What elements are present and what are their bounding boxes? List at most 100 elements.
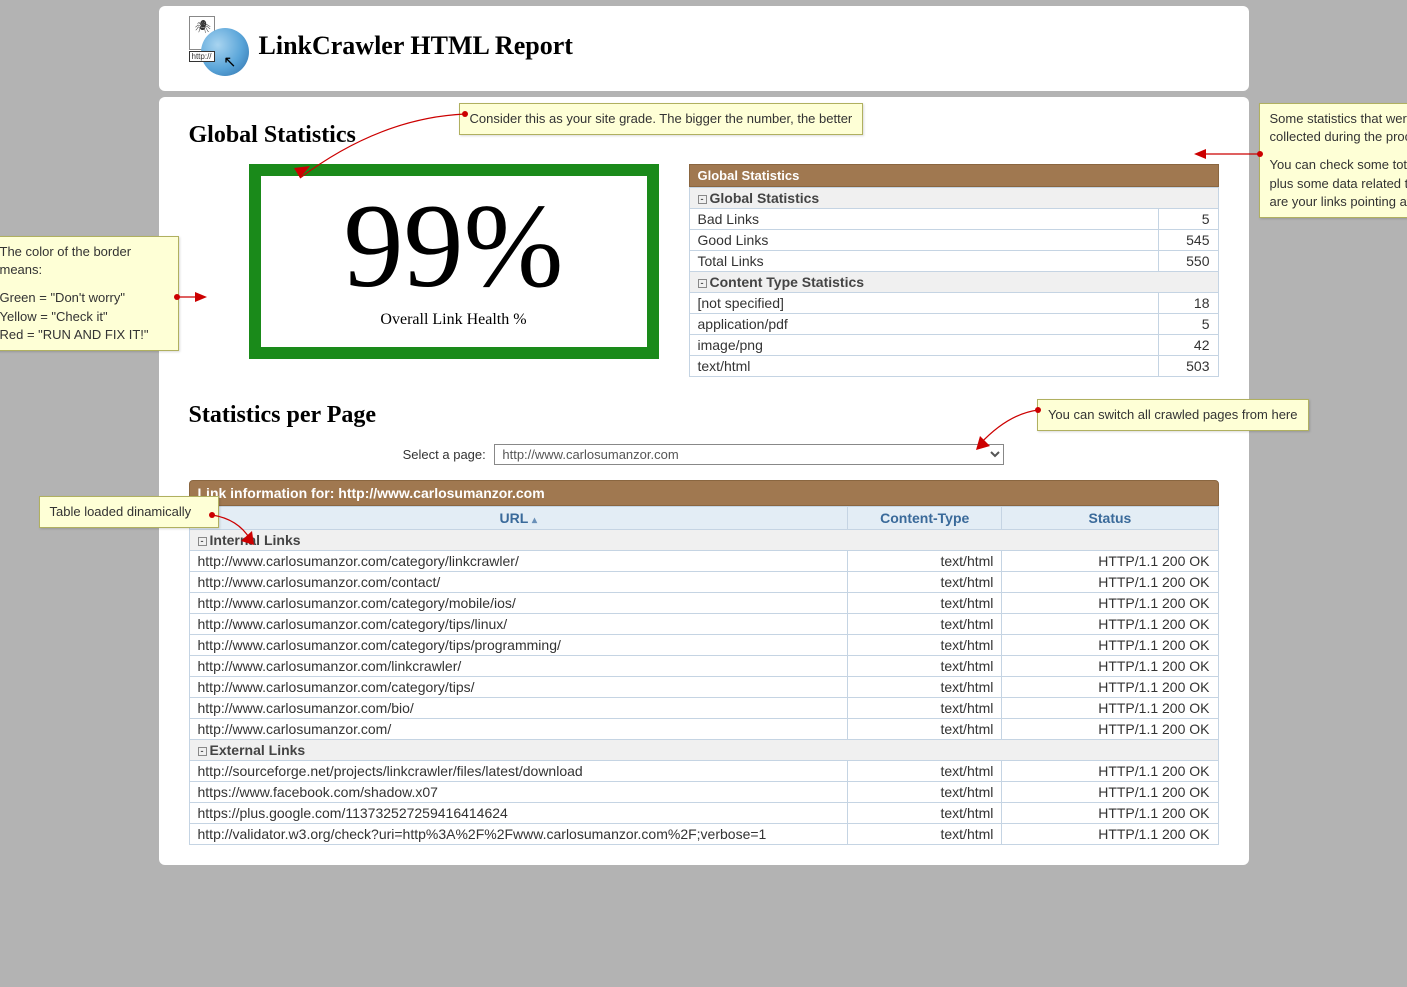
logo-http-tag: http:// — [189, 51, 215, 62]
table-row: http://validator.w3.org/check?uri=http%3… — [189, 824, 1218, 845]
sort-asc-icon: ▴ — [532, 515, 537, 526]
callout-border-colors: The color of the border means: Green = "… — [0, 236, 179, 351]
table-row: Total Links550 — [689, 251, 1218, 272]
cell-status: HTTP/1.1 200 OK — [1002, 803, 1218, 824]
stats-group-content-type: Content Type Statistics — [710, 274, 865, 290]
table-row: Good Links545 — [689, 230, 1218, 251]
cell-status: HTTP/1.1 200 OK — [1002, 719, 1218, 740]
table-row: application/pdf5 — [689, 314, 1218, 335]
cell-status: HTTP/1.1 200 OK — [1002, 677, 1218, 698]
cell-content-type: text/html — [848, 698, 1002, 719]
cell-url: http://www.carlosumanzor.com/category/ti… — [189, 677, 848, 698]
col-header-content-type[interactable]: Content-Type — [848, 507, 1002, 530]
cell-status: HTTP/1.1 200 OK — [1002, 572, 1218, 593]
callout-stats-line2: You can check some totals here, plus som… — [1270, 156, 1407, 211]
cell-content-type: text/html — [848, 761, 1002, 782]
callout-selector-text: You can switch all crawled pages from he… — [1048, 407, 1298, 422]
cell-content-type: text/html — [848, 824, 1002, 845]
cell-status: HTTP/1.1 200 OK — [1002, 698, 1218, 719]
table-row: Bad Links5 — [689, 209, 1218, 230]
page-select-dropdown[interactable]: http://www.carlosumanzor.com — [494, 444, 1004, 465]
cell-status: HTTP/1.1 200 OK — [1002, 761, 1218, 782]
callout-grade-text: Consider this as your site grade. The bi… — [470, 111, 853, 126]
cell-status: HTTP/1.1 200 OK — [1002, 614, 1218, 635]
group-internal-links: Internal Links — [210, 532, 301, 548]
stats-group-global: Global Statistics — [710, 190, 820, 206]
callout-border-line4: Red = "RUN AND FIX IT!" — [0, 326, 168, 344]
cell-content-type: text/html — [848, 572, 1002, 593]
callout-stats: Some statistics that were collected duri… — [1259, 103, 1407, 218]
table-row: http://www.carlosumanzor.com/category/ti… — [189, 635, 1218, 656]
cell-url: http://www.carlosumanzor.com/category/ti… — [189, 635, 848, 656]
grade-value: 99% — [301, 186, 607, 306]
link-table: URL ▴ Content-Type Status -Internal Link… — [189, 506, 1219, 845]
cell-content-type: text/html — [848, 782, 1002, 803]
callout-grade: Consider this as your site grade. The bi… — [459, 103, 864, 135]
cell-status: HTTP/1.1 200 OK — [1002, 593, 1218, 614]
app-logo: 🕷 http:// ↖ — [189, 16, 249, 76]
cell-status: HTTP/1.1 200 OK — [1002, 782, 1218, 803]
collapse-icon[interactable]: - — [698, 195, 707, 204]
cell-content-type: text/html — [848, 656, 1002, 677]
cell-url: http://sourceforge.net/projects/linkcraw… — [189, 761, 848, 782]
cursor-icon: ↖ — [223, 52, 236, 72]
callout-border-line1: The color of the border means: — [0, 243, 168, 279]
cell-url: http://www.carlosumanzor.com/category/li… — [189, 551, 848, 572]
stats-table-title: Global Statistics — [689, 164, 1219, 187]
spider-icon: 🕷 — [195, 19, 212, 35]
col-header-url[interactable]: URL ▴ — [189, 507, 848, 530]
table-row: http://www.carlosumanzor.com/category/ti… — [189, 614, 1218, 635]
page-select-label: Select a page: — [403, 447, 486, 462]
group-external-links: External Links — [210, 742, 306, 758]
table-row: http://www.carlosumanzor.com/text/htmlHT… — [189, 719, 1218, 740]
cell-content-type: text/html — [848, 635, 1002, 656]
table-row: [not specified]18 — [689, 293, 1218, 314]
table-row: http://www.carlosumanzor.com/category/li… — [189, 551, 1218, 572]
cell-content-type: text/html — [848, 803, 1002, 824]
table-row: https://www.facebook.com/shadow.x07text/… — [189, 782, 1218, 803]
col-header-status[interactable]: Status — [1002, 507, 1218, 530]
table-row: http://www.carlosumanzor.com/linkcrawler… — [189, 656, 1218, 677]
cell-content-type: text/html — [848, 551, 1002, 572]
cell-content-type: text/html — [848, 677, 1002, 698]
page-title: LinkCrawler HTML Report — [259, 31, 573, 61]
callout-stats-line1: Some statistics that were collected duri… — [1270, 110, 1407, 146]
cell-status: HTTP/1.1 200 OK — [1002, 635, 1218, 656]
grade-label: Overall Link Health % — [301, 311, 607, 329]
cell-content-type: text/html — [848, 593, 1002, 614]
callout-dynamic-table: Table loaded dinamically — [39, 496, 219, 528]
callout-border-line3: Yellow = "Check it" — [0, 308, 168, 326]
cell-status: HTTP/1.1 200 OK — [1002, 656, 1218, 677]
stats-table: -Global Statistics Bad Links5 Good Links… — [689, 187, 1219, 377]
collapse-icon[interactable]: - — [198, 747, 207, 756]
table-row: http://sourceforge.net/projects/linkcraw… — [189, 761, 1218, 782]
cell-url: http://validator.w3.org/check?uri=http%3… — [189, 824, 848, 845]
table-row: http://www.carlosumanzor.com/category/ti… — [189, 677, 1218, 698]
cell-url: https://www.facebook.com/shadow.x07 — [189, 782, 848, 803]
cell-url: http://www.carlosumanzor.com/category/ti… — [189, 614, 848, 635]
cell-url: http://www.carlosumanzor.com/contact/ — [189, 572, 848, 593]
cell-content-type: text/html — [848, 719, 1002, 740]
collapse-icon[interactable]: - — [198, 537, 207, 546]
grade-box: 99% Overall Link Health % — [249, 164, 659, 359]
cell-content-type: text/html — [848, 614, 1002, 635]
table-row: http://www.carlosumanzor.com/category/mo… — [189, 593, 1218, 614]
table-row: https://plus.google.com/1137325272594164… — [189, 803, 1218, 824]
table-row: text/html503 — [689, 356, 1218, 377]
header-panel: 🕷 http:// ↖ LinkCrawler HTML Report — [159, 6, 1249, 91]
cell-url: http://www.carlosumanzor.com/linkcrawler… — [189, 656, 848, 677]
cell-url: http://www.carlosumanzor.com/ — [189, 719, 848, 740]
main-panel: Consider this as your site grade. The bi… — [159, 97, 1249, 865]
table-row: image/png42 — [689, 335, 1218, 356]
linktable-title: Link information for: http://www.carlosu… — [189, 480, 1219, 506]
cell-url: http://www.carlosumanzor.com/bio/ — [189, 698, 848, 719]
cell-url: https://plus.google.com/1137325272594164… — [189, 803, 848, 824]
cell-status: HTTP/1.1 200 OK — [1002, 824, 1218, 845]
collapse-icon[interactable]: - — [698, 279, 707, 288]
callout-selector: You can switch all crawled pages from he… — [1037, 399, 1309, 431]
callout-dynamic-text: Table loaded dinamically — [50, 504, 192, 519]
table-row: http://www.carlosumanzor.com/contact/tex… — [189, 572, 1218, 593]
callout-border-line2: Green = "Don't worry" — [0, 289, 168, 307]
cell-url: http://www.carlosumanzor.com/category/mo… — [189, 593, 848, 614]
cell-status: HTTP/1.1 200 OK — [1002, 551, 1218, 572]
